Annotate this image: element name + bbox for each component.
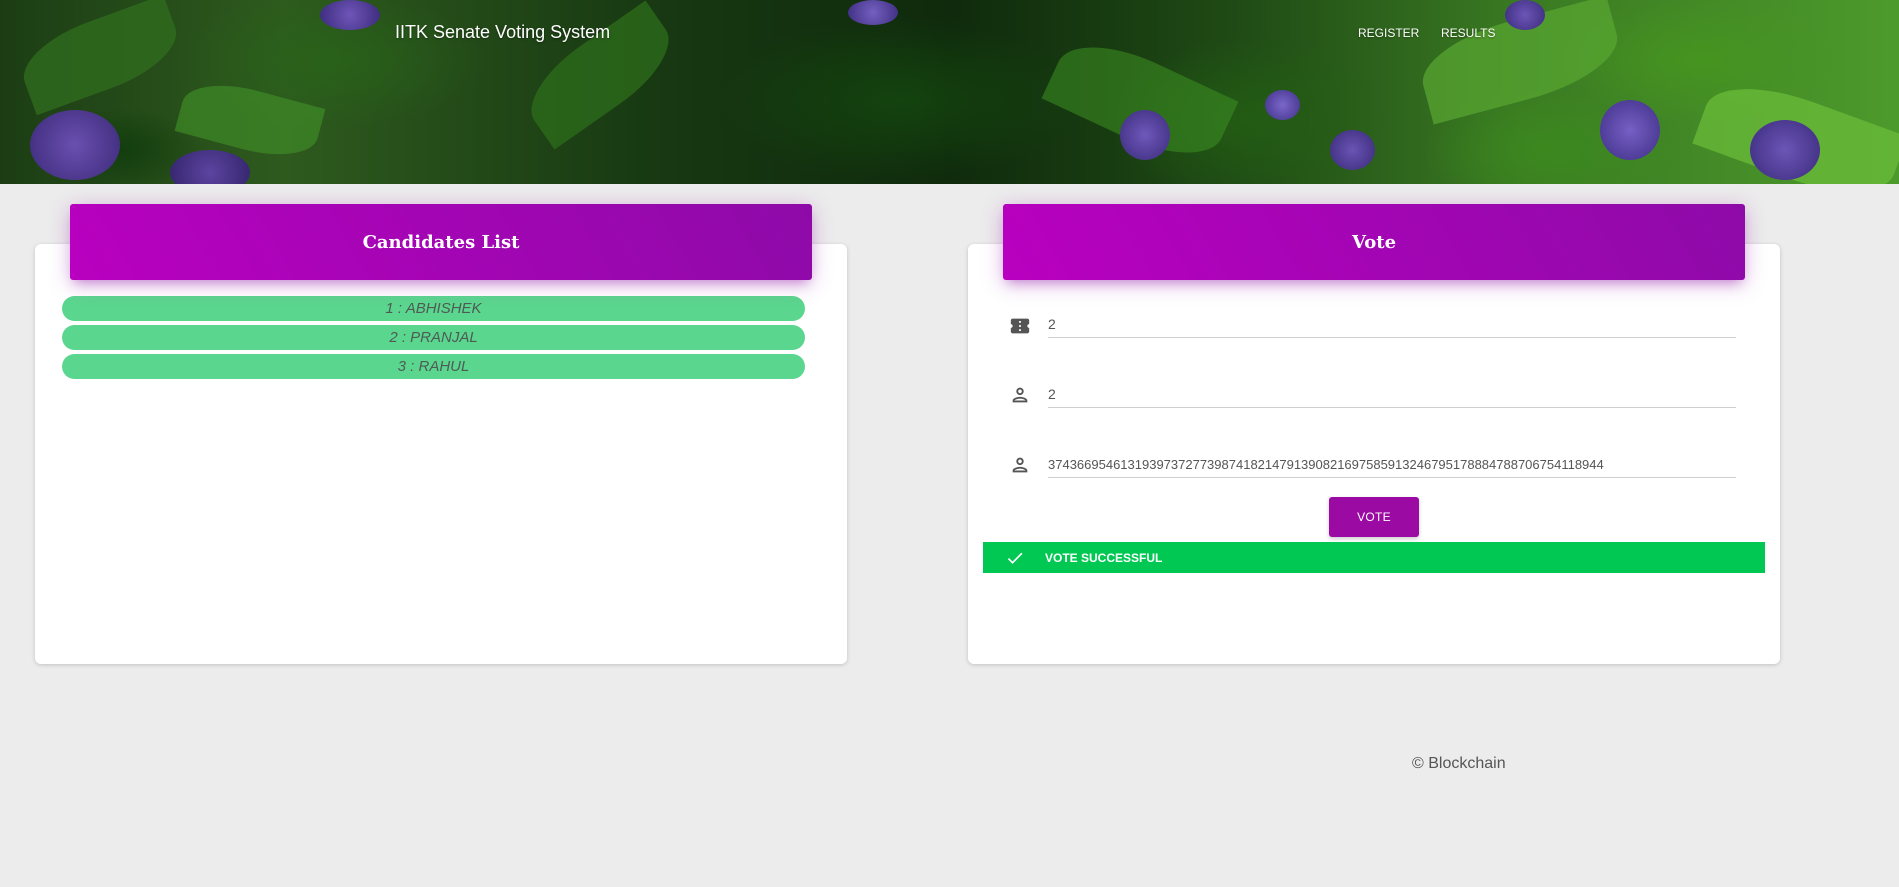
success-alert: VOTE SUCCESSFUL [983, 542, 1765, 573]
private-key-field[interactable] [1048, 451, 1736, 478]
nav-results-link[interactable]: RESULTS [1441, 26, 1495, 40]
candidate-item: 1 : ABHISHEK [62, 296, 805, 321]
candidate-item: 2 : PRANJAL [62, 325, 805, 350]
ticket-icon [1010, 318, 1030, 334]
person-icon [1012, 387, 1028, 403]
footer-copyright: © Blockchain [1412, 755, 1506, 772]
alert-text: VOTE SUCCESSFUL [1045, 550, 1163, 565]
vote-card-title: Vote [1351, 231, 1397, 253]
header-banner: IITK Senate Voting System REGISTER RESUL… [0, 0, 1899, 184]
candidates-card-title: Candidates List [362, 231, 520, 253]
candidates-card-header: Candidates List [70, 204, 812, 280]
nav-register-link[interactable]: REGISTER [1358, 26, 1419, 40]
person-icon [1012, 457, 1028, 473]
candidate-id-field[interactable] [1048, 381, 1736, 408]
vote-card: VOTE VOTE SUCCESSFUL [968, 244, 1780, 664]
check-icon [1007, 552, 1023, 564]
candidates-card: 1 : ABHISHEK 2 : PRANJAL 3 : RAHUL [35, 244, 847, 664]
brand-title[interactable]: IITK Senate Voting System [395, 22, 610, 43]
vote-card-header: Vote [1003, 204, 1745, 280]
vote-button[interactable]: VOTE [1329, 497, 1419, 537]
voter-id-field[interactable] [1048, 311, 1736, 338]
candidate-item: 3 : RAHUL [62, 354, 805, 379]
